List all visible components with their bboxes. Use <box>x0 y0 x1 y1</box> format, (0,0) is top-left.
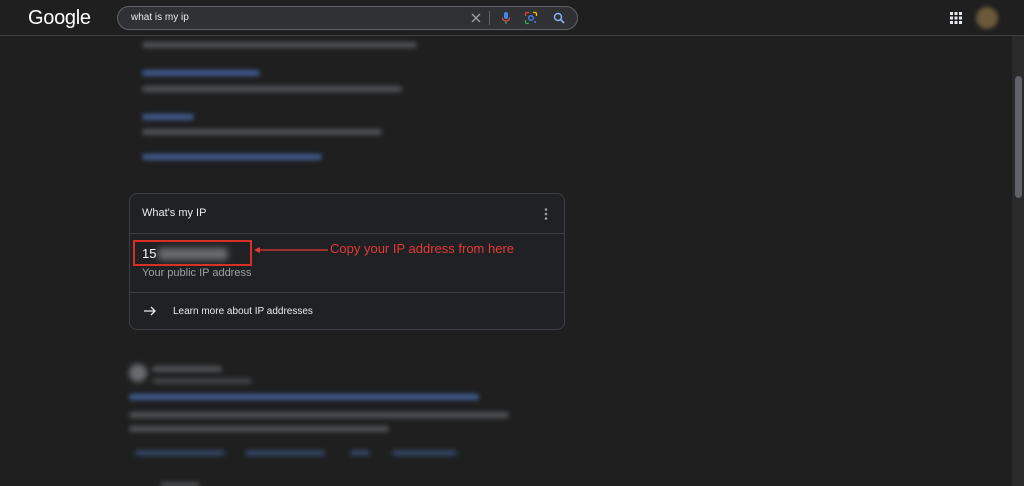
search-divider <box>489 11 490 25</box>
top-bar: Google what is my ip <box>0 0 1024 36</box>
annotation-arrow <box>254 247 328 253</box>
learn-more-link[interactable]: Learn more about IP addresses <box>173 306 313 317</box>
more-options-icon[interactable] <box>542 207 550 221</box>
search-icon[interactable] <box>551 10 567 26</box>
account-avatar[interactable] <box>976 7 998 29</box>
whats-my-ip-card: What's my IP 15 Your public IP address L… <box>129 193 565 330</box>
google-logo[interactable]: Google <box>28 7 91 30</box>
search-box[interactable]: what is my ip <box>117 6 578 30</box>
arrow-right-icon[interactable] <box>143 304 157 318</box>
search-input[interactable]: what is my ip <box>131 12 189 23</box>
card-divider <box>130 292 564 293</box>
apps-grid-icon[interactable] <box>950 11 962 24</box>
google-lens-icon[interactable] <box>523 10 539 26</box>
card-title: What's my IP <box>142 207 207 219</box>
scrollbar-thumb[interactable] <box>1015 76 1022 198</box>
microphone-icon[interactable] <box>498 10 514 26</box>
card-divider <box>130 233 564 234</box>
ip-highlight-box <box>133 240 252 266</box>
annotation-text: Copy your IP address from here <box>330 241 515 256</box>
ip-address-label: Your public IP address <box>142 267 252 279</box>
clear-icon[interactable] <box>468 10 484 26</box>
